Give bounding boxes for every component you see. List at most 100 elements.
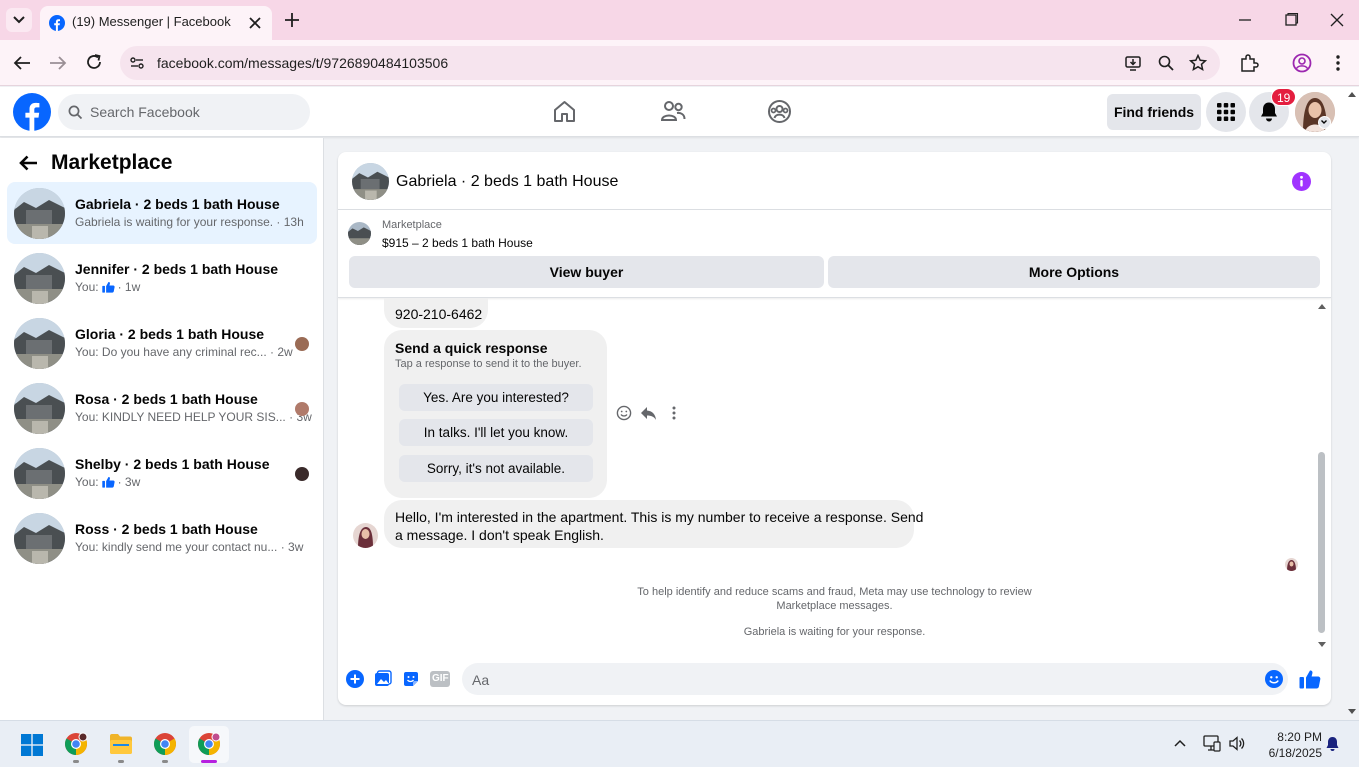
taskbar-chrome-active[interactable]	[189, 726, 229, 763]
more-options-button[interactable]: More Options	[828, 256, 1320, 288]
scam-notice-line-1: To help identify and reduce scams and fr…	[637, 586, 1032, 598]
grid-menu-icon	[1217, 103, 1235, 121]
close-tab-icon[interactable]	[247, 15, 263, 31]
maximize-icon[interactable]	[1283, 12, 1299, 28]
preview-text: You: KINDLY NEED HELP YOUR SIS...	[75, 410, 286, 424]
facebook-favicon-icon	[49, 15, 65, 31]
minimize-icon[interactable]	[1237, 12, 1253, 28]
taskbar-indicator	[162, 760, 168, 763]
quick-response-title: Send a quick response	[395, 340, 548, 356]
browser-menu-icon[interactable]	[1330, 53, 1346, 73]
conversation-header: Gabriela · 2 beds 1 bath House	[338, 152, 1331, 210]
listing-thumbnail	[14, 513, 65, 564]
browser-tab[interactable]: (19) Messenger | Facebook	[40, 6, 272, 40]
account-menu-chevron[interactable]	[1318, 116, 1331, 129]
tab-search-button[interactable]	[6, 8, 32, 32]
windows-taskbar: 8:20 PM 6/18/2025	[0, 720, 1359, 767]
chevron-up-icon[interactable]	[1173, 738, 1187, 748]
bookmark-star-icon[interactable]	[1189, 54, 1207, 72]
listing-thumbnail[interactable]	[352, 163, 389, 200]
conversation-name: Ross · 2 beds 1 bath House	[75, 521, 258, 537]
reply-icon[interactable]	[640, 405, 657, 421]
network-icon[interactable]	[1203, 735, 1221, 752]
conversation-name: Jennifer · 2 beds 1 bath House	[75, 261, 279, 277]
photo-icon[interactable]	[374, 670, 392, 688]
scroll-down-arrow-icon[interactable]	[1317, 641, 1327, 649]
address-bar[interactable]: facebook.com/messages/t/9726890484103506	[120, 46, 1220, 80]
listing-price[interactable]: $915 – 2 beds 1 bath House	[382, 236, 533, 250]
scroll-up-arrow-icon[interactable]	[1317, 302, 1327, 310]
close-window-icon[interactable]	[1329, 12, 1345, 28]
listing-small-thumbnail	[348, 222, 371, 245]
new-tab-icon[interactable]	[283, 11, 301, 29]
panel-title: Marketplace	[51, 151, 173, 174]
chrome-icon	[65, 732, 88, 755]
conversation-time: · 3w	[117, 475, 141, 489]
volume-icon[interactable]	[1228, 735, 1246, 752]
conversation-item[interactable]: Ross · 2 beds 1 bath House You: kindly se…	[7, 507, 317, 569]
quick-response-not-available[interactable]: Sorry, it's not available.	[399, 455, 593, 482]
message-bubble-phone[interactable]: 920-210-6462	[384, 298, 488, 328]
seen-by-avatar	[1285, 558, 1298, 571]
conversation-item[interactable]: Shelby · 2 beds 1 bath House You: · 3w	[7, 442, 317, 504]
taskbar-clock[interactable]: 8:20 PM 6/18/2025	[1262, 729, 1322, 761]
page-scroll-up-icon[interactable]	[1347, 90, 1357, 98]
site-settings-icon[interactable]	[129, 55, 145, 71]
conversation-item[interactable]: Gloria · 2 beds 1 bath House You: Do you …	[7, 312, 317, 374]
like-thumb-icon	[101, 281, 115, 293]
plus-circle-icon[interactable]	[346, 670, 364, 688]
find-friends-button[interactable]: Find friends	[1107, 94, 1201, 130]
message-bubble-inquiry[interactable]: Hello, I'm interested in the apartment. …	[384, 500, 923, 548]
message-input[interactable]: Aa	[462, 663, 1288, 695]
reload-icon[interactable]	[85, 53, 103, 71]
taskbar-chrome-profile-1[interactable]	[64, 732, 88, 756]
home-icon[interactable]	[552, 99, 577, 124]
menu-button[interactable]	[1206, 92, 1246, 132]
conversation-item[interactable]: Gabriela · 2 beds 1 bath House Gabriela i…	[7, 182, 317, 244]
marketplace-inbox-panel: Marketplace Gabriela · 2 beds 1 bath Hou…	[0, 138, 324, 720]
back-arrow-icon[interactable]	[12, 54, 32, 72]
back-arrow-icon[interactable]	[18, 154, 39, 172]
conversation-time: · 3w	[280, 540, 304, 554]
taskbar-indicator	[118, 760, 124, 763]
notification-bell-icon[interactable]	[1325, 736, 1340, 752]
info-icon[interactable]	[1292, 172, 1311, 191]
friends-icon[interactable]	[660, 99, 686, 124]
quick-response-subtitle: Tap a response to send it to the buyer.	[395, 358, 582, 370]
quick-response-yes[interactable]: Yes. Are you interested?	[399, 384, 593, 411]
profile-icon[interactable]	[1292, 53, 1312, 73]
groups-icon[interactable]	[767, 99, 792, 124]
like-thumb-icon[interactable]	[1299, 669, 1321, 689]
taskbar-file-explorer[interactable]	[109, 733, 133, 755]
facebook-search-input[interactable]: Search Facebook	[58, 94, 310, 130]
listing-thumbnail	[14, 188, 65, 239]
forward-arrow-icon[interactable]	[48, 54, 68, 72]
taskbar-chrome-profile-2[interactable]	[153, 732, 177, 756]
chrome-icon	[154, 733, 176, 755]
more-actions-icon[interactable]	[668, 405, 680, 421]
sender-avatar[interactable]	[353, 523, 378, 548]
participant-avatar	[295, 337, 309, 351]
gif-button[interactable]: GIF	[430, 671, 450, 687]
conversation-panel: Gabriela · 2 beds 1 bath House Marketpla…	[338, 152, 1331, 705]
conversation-item[interactable]: Rosa · 2 beds 1 bath House You: KINDLY NE…	[7, 377, 317, 439]
page-scroll-down-icon[interactable]	[1347, 708, 1357, 716]
chrome-icon	[198, 732, 221, 755]
windows-start-icon[interactable]	[21, 734, 43, 756]
listing-thumbnail	[14, 448, 65, 499]
emoji-icon[interactable]	[1265, 670, 1283, 688]
extensions-icon[interactable]	[1239, 53, 1259, 73]
message-scrollbar-thumb[interactable]	[1318, 452, 1325, 633]
conversation-item[interactable]: Jennifer · 2 beds 1 bath House You: · 1w	[7, 247, 317, 309]
message-text-line-1: Hello, I'm interested in the apartment. …	[395, 509, 924, 525]
install-app-icon[interactable]	[1124, 54, 1142, 72]
participant-avatar	[295, 402, 309, 416]
react-emoji-icon[interactable]	[616, 405, 632, 421]
view-buyer-button[interactable]: View buyer	[349, 256, 824, 288]
facebook-logo-icon[interactable]	[13, 93, 51, 131]
quick-response-in-talks[interactable]: In talks. I'll let you know.	[399, 419, 593, 446]
preview-text: You:	[75, 280, 99, 294]
sticker-icon[interactable]	[402, 670, 420, 688]
zoom-icon[interactable]	[1157, 54, 1175, 72]
like-thumb-icon	[101, 476, 115, 488]
